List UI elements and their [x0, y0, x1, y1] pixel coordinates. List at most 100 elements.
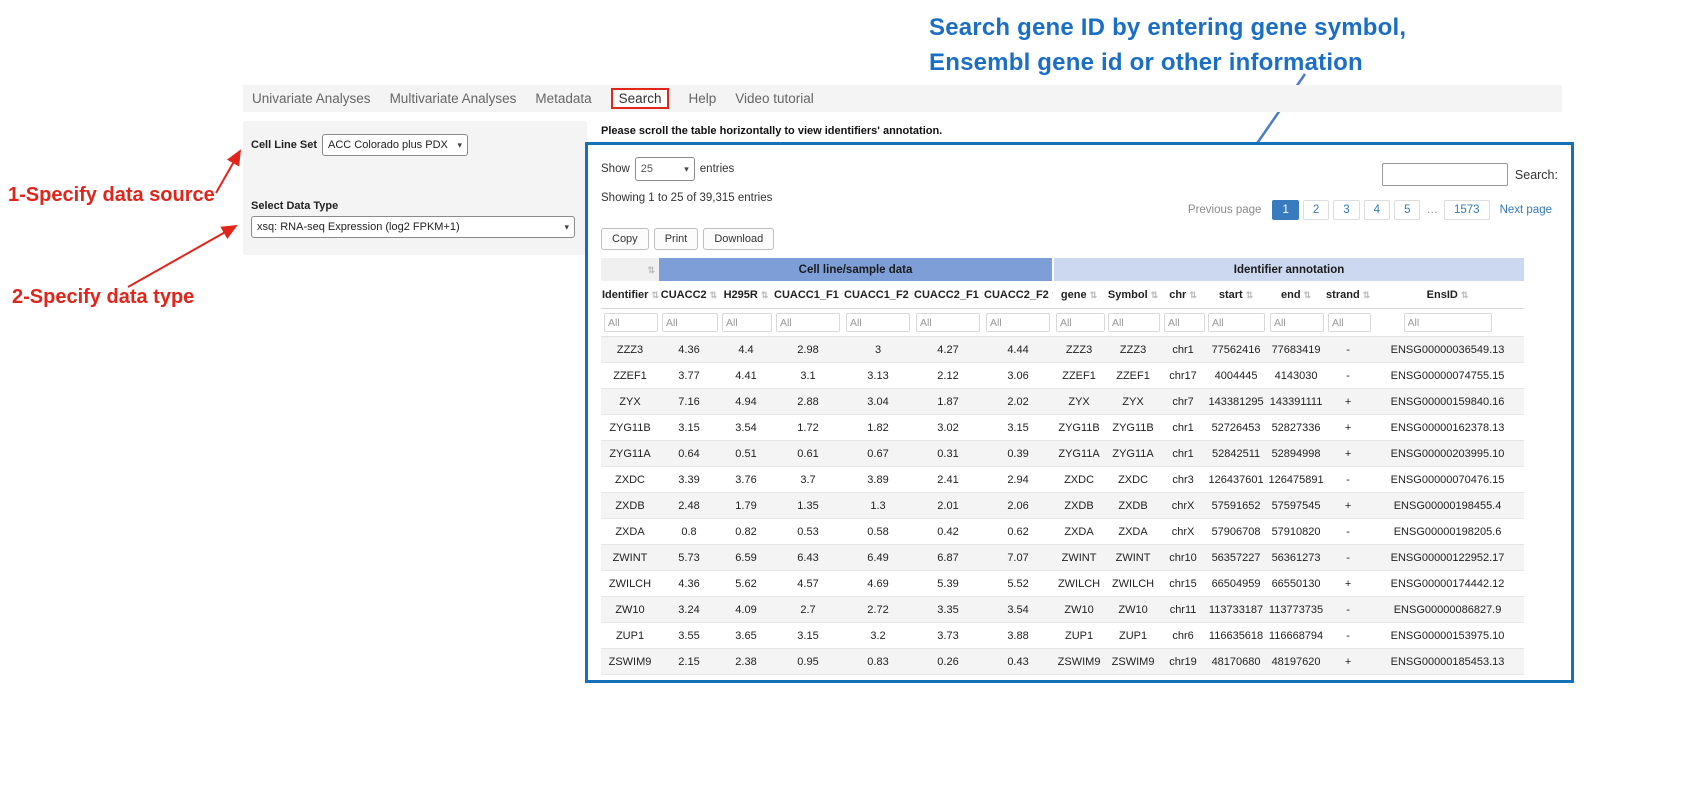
- filter-input-start[interactable]: [1208, 313, 1265, 332]
- col-header-cuacc2[interactable]: CUACC2⇅: [659, 281, 719, 309]
- col-header-cuacc2-f2[interactable]: CUACC2_F2⇅: [983, 281, 1053, 309]
- table-cell: +: [1325, 441, 1371, 467]
- filter-input-cuacc2-f1[interactable]: [916, 313, 980, 332]
- table-cell: 52726453: [1205, 415, 1267, 441]
- data-type-select[interactable]: xsq: RNA-seq Expression (log2 FPKM+1) ▾: [251, 216, 575, 238]
- filter-input-cuacc1-f2[interactable]: [846, 313, 910, 332]
- col-header-symbol[interactable]: Symbol⇅: [1105, 281, 1161, 309]
- col-header-ensid[interactable]: EnsID⇅: [1371, 281, 1524, 309]
- table-cell: 3.65: [719, 623, 773, 649]
- sort-icon: ⇅: [912, 290, 913, 300]
- col-header-identifier[interactable]: Identifier⇅: [601, 281, 659, 309]
- table-cell: ZWINT: [1105, 545, 1161, 571]
- col-header-gene[interactable]: gene ⇅: [1053, 281, 1105, 309]
- table-cell: ZXDC: [1053, 467, 1105, 493]
- table-cell: 2.48: [659, 493, 719, 519]
- filter-input-end[interactable]: [1270, 313, 1324, 332]
- showing-entries-text: Showing 1 to 25 of 39,315 entries: [601, 192, 772, 204]
- nav-item-univariate-analyses[interactable]: Univariate Analyses: [252, 91, 371, 106]
- table-cell: ENSG00000122952.17: [1371, 545, 1524, 571]
- filter-input-identifier[interactable]: [604, 313, 658, 332]
- table-cell: 48170680: [1205, 649, 1267, 675]
- sort-icon: ⇅: [1052, 290, 1053, 300]
- table-cell: ZYG11A: [601, 441, 659, 467]
- table-cell: 0.83: [843, 649, 913, 675]
- annotation-step1: 1-Specify data source: [8, 184, 215, 207]
- col-header-strand[interactable]: strand⇅: [1325, 281, 1371, 309]
- search-control: Search:: [1382, 163, 1558, 186]
- filter-input-symbol[interactable]: [1108, 313, 1160, 332]
- table-cell: ZYG11A: [1053, 441, 1105, 467]
- page-length-select[interactable]: 25 ▾: [635, 157, 695, 181]
- table-cell: chr17: [1161, 363, 1205, 389]
- table-cell: 113733187: [1205, 597, 1267, 623]
- nav-item-multivariate-analyses[interactable]: Multivariate Analyses: [390, 91, 517, 106]
- col-header-cuacc1-f2[interactable]: CUACC1_F2⇅: [843, 281, 913, 309]
- col-header-chr[interactable]: chr⇅: [1161, 281, 1205, 309]
- download-button[interactable]: Download: [703, 228, 774, 250]
- filter-input-strand[interactable]: [1328, 313, 1371, 332]
- sort-icon: ⇅: [842, 290, 843, 300]
- col-header-label: Symbol: [1108, 289, 1148, 301]
- filter-input-h295r[interactable]: [722, 313, 772, 332]
- table-cell: 4.69: [843, 571, 913, 597]
- col-header-start[interactable]: start⇅: [1205, 281, 1267, 309]
- table-cell: ZSWIM9: [1105, 649, 1161, 675]
- filter-input-ensid[interactable]: [1404, 313, 1492, 332]
- col-header-label: CUACC2_F2: [984, 289, 1049, 301]
- column-header-row: Identifier⇅CUACC2⇅H295R⇅CUACC1_F1⇅CUACC1…: [601, 281, 1524, 309]
- table-row: ZYX7.164.942.883.041.872.02ZYXZYXchr7143…: [601, 389, 1524, 415]
- table-cell: ZUP1: [1053, 623, 1105, 649]
- table-cell: 7.16: [659, 389, 719, 415]
- gene-table: ⇅Cell line/sample dataIdentifier annotat…: [601, 258, 1524, 675]
- table-cell: 48197620: [1267, 649, 1325, 675]
- group-header-identifier-annotation: Identifier annotation: [1053, 258, 1524, 281]
- nav-item-metadata[interactable]: Metadata: [535, 91, 591, 106]
- table-cell: ENSG00000198455.4: [1371, 493, 1524, 519]
- col-header-cuacc2-f1[interactable]: CUACC2_F1⇅: [913, 281, 983, 309]
- table-cell: +: [1325, 415, 1371, 441]
- nav-bar: Univariate Analyses Multivariate Analyses…: [243, 85, 1562, 112]
- nav-item-search[interactable]: Search: [611, 88, 670, 109]
- table-cell: chr6: [1161, 623, 1205, 649]
- nav-item-video-tutorial[interactable]: Video tutorial: [735, 91, 814, 106]
- filter-input-chr[interactable]: [1164, 313, 1205, 332]
- pagination-page-1573[interactable]: 1573: [1444, 200, 1490, 220]
- table-cell: 66550130: [1267, 571, 1325, 597]
- filter-input-cuacc2[interactable]: [662, 313, 718, 332]
- nav-item-help[interactable]: Help: [688, 91, 716, 106]
- pagination-next[interactable]: Next page: [1494, 201, 1558, 219]
- group-header-empty[interactable]: ⇅: [601, 258, 659, 281]
- pagination-page-5[interactable]: 5: [1394, 200, 1420, 220]
- col-header-label: gene: [1061, 289, 1087, 301]
- table-cell: 2.01: [913, 493, 983, 519]
- pagination-page-3[interactable]: 3: [1333, 200, 1359, 220]
- table-cell: -: [1325, 363, 1371, 389]
- table-cell: 1.79: [719, 493, 773, 519]
- filter-input-gene[interactable]: [1056, 313, 1104, 332]
- search-input[interactable]: [1382, 163, 1508, 186]
- cell-line-set-select[interactable]: ACC Colorado plus PDX ▾: [322, 134, 468, 156]
- table-cell: +: [1325, 649, 1371, 675]
- filter-input-cuacc1-f1[interactable]: [776, 313, 840, 332]
- pagination-page-1[interactable]: 1: [1272, 200, 1298, 220]
- col-header-label: CUACC2_F1: [914, 289, 979, 301]
- table-row: ZXDB2.481.791.351.32.012.06ZXDBZXDBchrX5…: [601, 493, 1524, 519]
- print-button[interactable]: Print: [654, 228, 699, 250]
- table-cell: 3.06: [983, 363, 1053, 389]
- table-cell: 3.55: [659, 623, 719, 649]
- filter-input-cuacc2-f2[interactable]: [986, 313, 1050, 332]
- cell-line-set-row: Cell Line Set ACC Colorado plus PDX ▾: [251, 134, 579, 156]
- table-cell: -: [1325, 623, 1371, 649]
- col-header-cuacc1-f1[interactable]: CUACC1_F1⇅: [773, 281, 843, 309]
- col-header-h295r[interactable]: H295R⇅: [719, 281, 773, 309]
- table-cell: 57910820: [1267, 519, 1325, 545]
- col-header-end[interactable]: end⇅: [1267, 281, 1325, 309]
- pagination-page-2[interactable]: 2: [1303, 200, 1329, 220]
- pagination-previous[interactable]: Previous page: [1181, 201, 1269, 219]
- copy-button[interactable]: Copy: [601, 228, 649, 250]
- table-cell: 3.89: [843, 467, 913, 493]
- pagination-page-4[interactable]: 4: [1364, 200, 1390, 220]
- table-cell: 56361273: [1267, 545, 1325, 571]
- scroll-note: Please scroll the table horizontally to …: [601, 125, 942, 137]
